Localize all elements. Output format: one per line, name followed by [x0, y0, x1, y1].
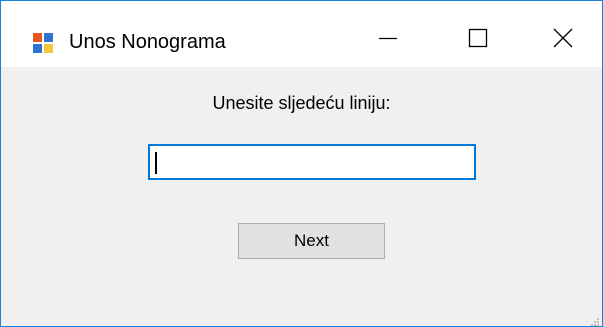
- title-bar[interactable]: Unos Nonograma: [1, 1, 602, 67]
- maximize-button[interactable]: [433, 15, 523, 65]
- close-button[interactable]: [523, 15, 602, 65]
- close-icon: [553, 28, 573, 53]
- text-caret: [155, 152, 157, 174]
- next-button[interactable]: Next: [238, 223, 385, 259]
- window-title: Unos Nonograma: [69, 31, 226, 53]
- dialog-content: Unesite sljedeću liniju: Next: [1, 67, 602, 326]
- line-input[interactable]: [148, 144, 476, 180]
- maximize-icon: [468, 28, 488, 53]
- app-window-icon: [33, 33, 53, 53]
- minimize-icon: [378, 28, 398, 53]
- dialog-window: Unos Nonograma Unesite sljedeću liniju: …: [0, 0, 603, 327]
- resize-grip-icon[interactable]: [590, 314, 600, 326]
- next-button-label: Next: [294, 231, 329, 250]
- minimize-button[interactable]: [343, 15, 433, 65]
- prompt-label: Unesite sljedeću liniju:: [212, 93, 391, 113]
